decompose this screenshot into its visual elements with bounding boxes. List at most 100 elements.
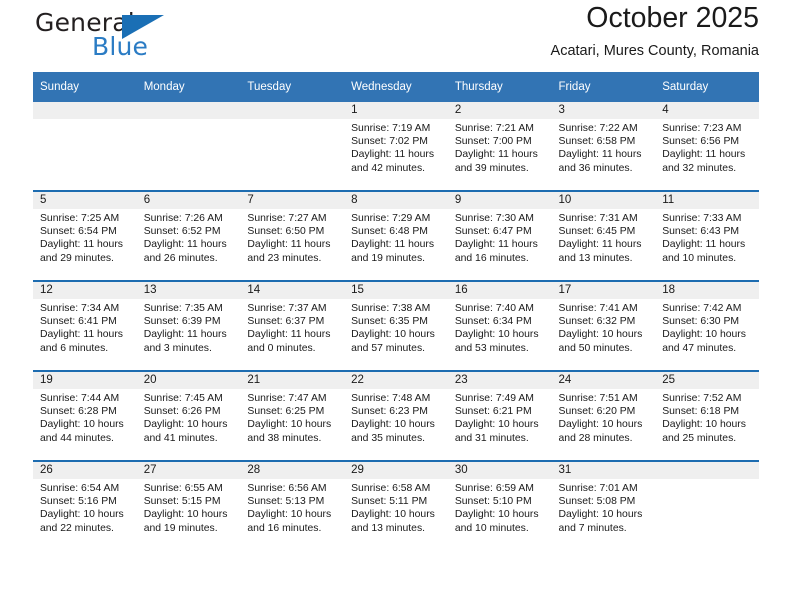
daylight-text-line2: and 23 minutes.: [247, 252, 322, 264]
daylight-text-line2: and 28 minutes.: [558, 432, 633, 444]
day-number: 6: [136, 192, 241, 209]
day-number: 28: [240, 462, 345, 479]
sunset-text: Sunset: 6:23 PM: [351, 406, 428, 418]
sunrise-text: Sunrise: 7:44 AM: [40, 393, 120, 404]
calendar-day-cell[interactable]: 2 Sunrise: 7:21 AM Sunset: 7:00 PM Daylight…: [447, 102, 552, 191]
daylight-text-line2: and 7 minutes.: [558, 522, 627, 534]
day-number: 30: [447, 462, 552, 479]
calendar-page: General Blue October 2025 Acatari, Mures…: [0, 0, 792, 612]
daylight-text-line1: Daylight: 11 hours: [247, 239, 331, 251]
day-number: 3: [551, 102, 656, 119]
day-sun-info: Sunrise: 6:58 AM Sunset: 5:11 PM Daylight:…: [344, 479, 448, 535]
day-number: 24: [551, 372, 656, 389]
daylight-text-line1: Daylight: 11 hours: [662, 239, 746, 251]
calendar-day-cell[interactable]: 19 Sunrise: 7:44 AM Sunset: 6:28 PM Dayligh…: [33, 370, 137, 461]
calendar-day-cell[interactable]: 5 Sunrise: 7:25 AM Sunset: 6:54 PM Daylight…: [33, 190, 137, 281]
daylight-text-line2: and 35 minutes.: [351, 432, 426, 444]
sunset-text: Sunset: 6:37 PM: [247, 316, 325, 328]
calendar-day-cell[interactable]: 28 Sunrise: 6:56 AM Sunset: 5:13 PM Dayligh…: [240, 460, 345, 550]
sunset-text: Sunset: 6:28 PM: [40, 406, 117, 418]
daylight-text-line2: and 39 minutes.: [454, 162, 529, 174]
sunrise-text: Sunrise: 7:30 AM: [454, 213, 534, 224]
calendar-day-cell[interactable]: 24 Sunrise: 7:51 AM Sunset: 6:20 PM Dayligh…: [551, 370, 656, 461]
calendar-cell-empty: [33, 102, 137, 191]
calendar-day-cell[interactable]: 16 Sunrise: 7:40 AM Sunset: 6:34 PM Dayligh…: [447, 280, 552, 371]
day-sun-info: Sunrise: 6:59 AM Sunset: 5:10 PM Daylight:…: [448, 479, 552, 535]
calendar-day-cell[interactable]: 18 Sunrise: 7:42 AM Sunset: 6:30 PM Dayligh…: [655, 280, 759, 371]
sunrise-text: Sunrise: 7:37 AM: [247, 303, 327, 314]
sunset-text: Sunset: 6:25 PM: [247, 406, 325, 418]
day-number: 23: [447, 372, 552, 389]
calendar-day-cell[interactable]: 29 Sunrise: 6:58 AM Sunset: 5:11 PM Dayligh…: [344, 460, 448, 550]
calendar-day-cell[interactable]: 9 Sunrise: 7:30 AM Sunset: 6:47 PM Daylight…: [447, 190, 552, 281]
daylight-text-line1: Daylight: 11 hours: [558, 239, 642, 251]
day-number: 10: [551, 192, 656, 209]
calendar-cell-empty: [240, 102, 345, 191]
day-cell-inner: 4 Sunrise: 7:23 AM Sunset: 6:56 PM Daylight…: [655, 102, 759, 190]
calendar-day-cell[interactable]: 7 Sunrise: 7:27 AM Sunset: 6:50 PM Daylight…: [240, 190, 345, 281]
calendar-day-cell[interactable]: 21 Sunrise: 7:47 AM Sunset: 6:25 PM Dayligh…: [240, 370, 345, 461]
calendar-day-cell[interactable]: 30 Sunrise: 6:59 AM Sunset: 5:10 PM Dayligh…: [447, 460, 552, 550]
sunrise-text: Sunrise: 7:33 AM: [662, 213, 742, 224]
daylight-text-line1: Daylight: 10 hours: [558, 329, 643, 341]
daylight-text-line2: and 16 minutes.: [454, 252, 529, 264]
day-cell-inner: 16 Sunrise: 7:40 AM Sunset: 6:34 PM Dayligh…: [447, 282, 552, 370]
calendar-day-cell[interactable]: 3 Sunrise: 7:22 AM Sunset: 6:58 PM Daylight…: [551, 102, 656, 191]
daylight-text-line2: and 19 minutes.: [143, 522, 218, 534]
calendar-day-cell[interactable]: 20 Sunrise: 7:45 AM Sunset: 6:26 PM Dayligh…: [136, 370, 241, 461]
day-cell-inner: [33, 102, 137, 190]
day-sun-info: Sunrise: 7:34 AM Sunset: 6:41 PM Daylight:…: [33, 299, 137, 355]
calendar-day-cell[interactable]: 11 Sunrise: 7:33 AM Sunset: 6:43 PM Dayligh…: [655, 190, 759, 281]
weekday-header-tuesday: Tuesday: [240, 72, 345, 102]
calendar-day-cell[interactable]: 6 Sunrise: 7:26 AM Sunset: 6:52 PM Daylight…: [136, 190, 241, 281]
day-cell-inner: 10 Sunrise: 7:31 AM Sunset: 6:45 PM Dayligh…: [551, 192, 656, 280]
calendar-week-row: 26 Sunrise: 6:54 AM Sunset: 5:16 PM Dayligh…: [33, 460, 759, 550]
day-number: 15: [344, 282, 448, 299]
daylight-text-line2: and 41 minutes.: [143, 432, 218, 444]
calendar-day-cell[interactable]: 25 Sunrise: 7:52 AM Sunset: 6:18 PM Dayligh…: [655, 370, 759, 461]
sunrise-text: Sunrise: 7:49 AM: [454, 393, 534, 404]
calendar-header-row: Sunday Monday Tuesday Wednesday Thursday…: [33, 72, 759, 102]
day-sun-info: Sunrise: 7:27 AM Sunset: 6:50 PM Daylight:…: [240, 209, 344, 265]
day-number: 20: [136, 372, 241, 389]
calendar-week-row: 1 Sunrise: 7:19 AM Sunset: 7:02 PM Daylight…: [33, 102, 759, 191]
daylight-text-line1: Daylight: 10 hours: [558, 509, 643, 521]
calendar-day-cell[interactable]: 22 Sunrise: 7:48 AM Sunset: 6:23 PM Dayligh…: [344, 370, 448, 461]
sunrise-text: Sunrise: 7:45 AM: [143, 393, 223, 404]
day-cell-inner: 9 Sunrise: 7:30 AM Sunset: 6:47 PM Daylight…: [447, 192, 552, 280]
day-cell-inner: 22 Sunrise: 7:48 AM Sunset: 6:23 PM Dayligh…: [344, 372, 448, 460]
calendar-day-cell[interactable]: 17 Sunrise: 7:41 AM Sunset: 6:32 PM Dayligh…: [551, 280, 656, 371]
calendar-day-cell[interactable]: 23 Sunrise: 7:49 AM Sunset: 6:21 PM Dayligh…: [447, 370, 552, 461]
day-cell-inner: 2 Sunrise: 7:21 AM Sunset: 7:00 PM Daylight…: [447, 102, 552, 190]
day-cell-inner: 27 Sunrise: 6:55 AM Sunset: 5:15 PM Dayligh…: [136, 462, 241, 550]
day-sun-info: Sunrise: 7:26 AM Sunset: 6:52 PM Daylight:…: [137, 209, 241, 265]
calendar-day-cell[interactable]: 15 Sunrise: 7:38 AM Sunset: 6:35 PM Dayligh…: [344, 280, 448, 371]
day-sun-info: Sunrise: 6:56 AM Sunset: 5:13 PM Daylight:…: [240, 479, 344, 535]
calendar-day-cell[interactable]: 13 Sunrise: 7:35 AM Sunset: 6:39 PM Dayligh…: [136, 280, 241, 371]
sunset-text: Sunset: 6:39 PM: [143, 316, 221, 328]
daylight-text-line2: and 31 minutes.: [454, 432, 529, 444]
calendar-week-row: 19 Sunrise: 7:44 AM Sunset: 6:28 PM Dayligh…: [33, 370, 759, 461]
day-sun-info: Sunrise: 7:35 AM Sunset: 6:39 PM Daylight:…: [137, 299, 241, 355]
day-cell-inner: 25 Sunrise: 7:52 AM Sunset: 6:18 PM Dayligh…: [655, 372, 759, 460]
day-cell-inner: [655, 462, 759, 550]
calendar-day-cell[interactable]: 26 Sunrise: 6:54 AM Sunset: 5:16 PM Dayligh…: [33, 460, 137, 550]
daylight-text-line1: Daylight: 10 hours: [351, 329, 435, 341]
day-number: 14: [240, 282, 345, 299]
daylight-text-line1: Daylight: 10 hours: [558, 419, 643, 431]
daylight-text-line1: Daylight: 11 hours: [662, 149, 746, 161]
calendar-day-cell[interactable]: 31 Sunrise: 7:01 AM Sunset: 5:08 PM Dayligh…: [551, 460, 656, 550]
sunset-text: Sunset: 6:26 PM: [143, 406, 221, 418]
calendar-day-cell[interactable]: 4 Sunrise: 7:23 AM Sunset: 6:56 PM Daylight…: [655, 102, 759, 191]
calendar-day-cell[interactable]: 12 Sunrise: 7:34 AM Sunset: 6:41 PM Dayligh…: [33, 280, 137, 371]
sunrise-text: Sunrise: 7:34 AM: [40, 303, 120, 314]
sunrise-text: Sunrise: 7:48 AM: [351, 393, 431, 404]
calendar-day-cell[interactable]: 10 Sunrise: 7:31 AM Sunset: 6:45 PM Dayligh…: [551, 190, 656, 281]
calendar-day-cell[interactable]: 8 Sunrise: 7:29 AM Sunset: 6:48 PM Daylight…: [344, 190, 448, 281]
calendar-day-cell[interactable]: 1 Sunrise: 7:19 AM Sunset: 7:02 PM Daylight…: [344, 102, 448, 191]
sunset-text: Sunset: 7:02 PM: [351, 136, 428, 148]
daylight-text-line2: and 36 minutes.: [558, 162, 633, 174]
calendar-day-cell[interactable]: 14 Sunrise: 7:37 AM Sunset: 6:37 PM Dayligh…: [240, 280, 345, 371]
calendar-day-cell[interactable]: 27 Sunrise: 6:55 AM Sunset: 5:15 PM Dayligh…: [136, 460, 241, 550]
daylight-text-line2: and 22 minutes.: [40, 522, 114, 534]
